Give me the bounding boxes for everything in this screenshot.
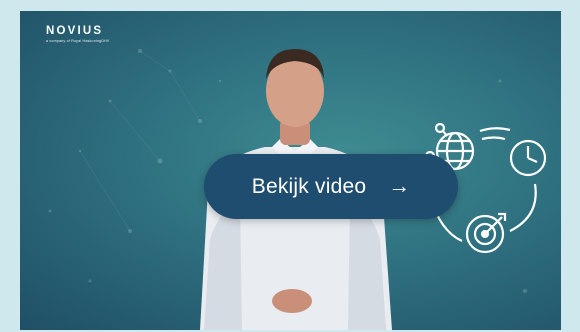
novius-logo: NOVIUS a company of Royal HaskoningDHV	[46, 25, 110, 43]
video-thumbnail[interactable]: NOVIUS a company of Royal HaskoningDHV B…	[20, 11, 561, 330]
watch-video-label: Bekijk video	[251, 174, 367, 198]
arrow-right-icon: →	[388, 172, 411, 198]
target-arrow-icon	[465, 212, 507, 254]
watch-video-button[interactable]: Bekijk video →	[204, 154, 458, 219]
logo-wordmark: NOVIUS	[46, 25, 104, 37]
logo-tagline: a company of Royal HaskoningDHV	[46, 39, 110, 43]
clock-icon	[509, 139, 547, 177]
